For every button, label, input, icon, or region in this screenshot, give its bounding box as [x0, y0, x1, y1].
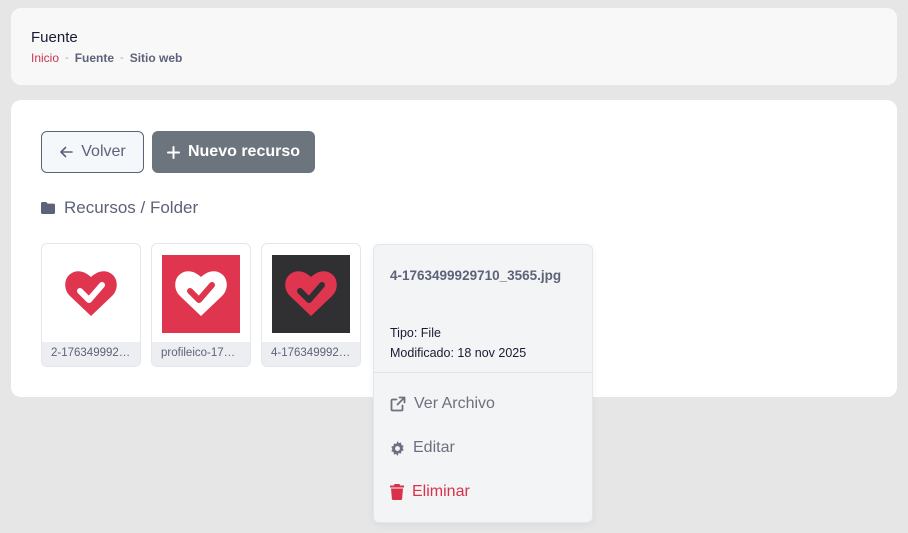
- breadcrumb: Inicio - Fuente - Sitio web: [31, 51, 877, 65]
- folder-path: Recursos / Folder: [41, 198, 198, 218]
- file-caption: 2-1763499929710_3565.jpg: [42, 342, 140, 366]
- file-meta: Tipo: File Modificado: 18 nov 2025: [390, 323, 526, 363]
- back-button[interactable]: Volver: [41, 131, 144, 173]
- arrow-left-icon: [60, 146, 74, 158]
- file-type: Tipo: File: [390, 326, 441, 340]
- trash-icon: [390, 484, 404, 500]
- file-tile[interactable]: profileico-1763499929710.png: [151, 243, 251, 367]
- file-thumbnail: [42, 244, 140, 344]
- gear-icon: [391, 440, 404, 456]
- file-caption: 4-1763499929710_3565.jpg: [262, 342, 360, 366]
- menu-divider: [374, 372, 592, 373]
- breadcrumb-fuente[interactable]: Fuente: [75, 51, 114, 65]
- folder-icon: [41, 202, 55, 214]
- file-thumbnail: [152, 244, 250, 344]
- view-file-label: Ver Archivo: [414, 395, 495, 412]
- page-header: Fuente Inicio - Fuente - Sitio web: [11, 8, 897, 85]
- view-file-menu-item[interactable]: Ver Archivo: [390, 395, 495, 413]
- breadcrumb-inicio[interactable]: Inicio: [31, 51, 59, 65]
- file-tile[interactable]: 4-1763499929710_3565.jpg: [261, 243, 361, 367]
- new-resource-button-label: Nuevo recurso: [187, 143, 301, 160]
- external-link-icon: [390, 396, 406, 412]
- heart-logo-icon: [285, 271, 337, 316]
- page-title: Fuente: [31, 29, 78, 46]
- delete-label: Eliminar: [412, 483, 470, 500]
- heart-logo-icon: [175, 271, 227, 316]
- folder-path-label: Recursos / Folder: [64, 198, 199, 217]
- file-modified: Modificado: 18 nov 2025: [390, 346, 527, 360]
- file-tile[interactable]: 2-1763499929710_3565.jpg: [41, 243, 141, 367]
- edit-label: Editar: [413, 439, 455, 456]
- heart-logo-icon: [65, 271, 117, 316]
- breadcrumb-separator: -: [120, 52, 124, 64]
- edit-menu-item[interactable]: Editar: [390, 439, 455, 457]
- plus-icon: [166, 145, 180, 159]
- file-thumbnail: [262, 244, 360, 344]
- file-context-menu: 4-1763499929710_3565.jpg Tipo: File Modi…: [373, 244, 593, 523]
- file-caption: profileico-1763499929710.png: [152, 342, 250, 366]
- file-name: 4-1763499929710_3565.jpg: [390, 268, 562, 283]
- delete-menu-item[interactable]: Eliminar: [390, 483, 470, 501]
- breadcrumb-sitio-web: Sitio web: [129, 51, 183, 65]
- breadcrumb-separator: -: [65, 52, 69, 64]
- new-resource-button[interactable]: Nuevo recurso: [152, 131, 315, 173]
- back-button-label: Volver: [81, 143, 126, 160]
